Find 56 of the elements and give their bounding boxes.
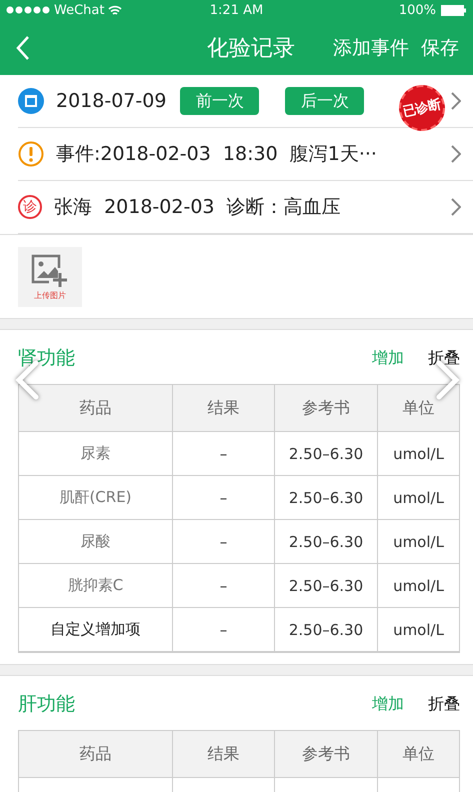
nav-action[interactable]: 保存 (421, 34, 459, 60)
add-button[interactable]: 增加 (372, 694, 404, 714)
table-cell: – (220, 620, 228, 638)
table-cell: umol/L (393, 488, 444, 506)
column-header: 药品 (80, 744, 112, 764)
table-cell: umol/L (393, 532, 444, 550)
carrier-name: WeChat (54, 2, 104, 18)
section-title: 肾功能 (18, 346, 75, 371)
add-button[interactable]: 增加 (372, 348, 404, 368)
chevron-right-icon (451, 145, 461, 163)
table-cell: – (220, 532, 228, 550)
table-cell: 2.50–6.30 (288, 444, 364, 462)
table-cell: 2.50–6.30 (288, 488, 364, 506)
column-header: 结果 (208, 744, 240, 764)
battery-level: 100% (398, 2, 436, 18)
nav-action[interactable]: 添加事件 (333, 34, 409, 60)
diagnosis-icon: 诊 (18, 195, 42, 219)
table-cell: 胱抑素C (68, 576, 124, 595)
table-cell: 尿酸 (80, 532, 110, 551)
exclamation-icon (18, 141, 44, 167)
table-cell: – (220, 488, 228, 506)
table-cell: umol/L (393, 620, 444, 638)
collapse-button[interactable]: 折叠 (428, 694, 460, 714)
table-cell: 肌酐(CRE) (59, 488, 132, 507)
upload-image-button[interactable]: 上传图片 (18, 247, 82, 307)
table-cell: 尿素 (80, 444, 110, 463)
signal-icon (6, 6, 50, 14)
row-text: 2018-07-09 (56, 90, 166, 112)
table-cell: 自定义增加项 (50, 620, 140, 639)
table-cell: 2.50–6.30 (288, 532, 364, 550)
column-header: 结果 (208, 398, 240, 418)
table-cell: umol/L (393, 576, 444, 594)
row-text: 事件:2018-02-03 18:30 腹泻1天··· (56, 142, 377, 167)
table-cell: umol/L (393, 444, 444, 462)
chevron-right-icon (451, 92, 461, 110)
table-cell: 2.50–6.30 (288, 620, 364, 638)
back-icon[interactable] (16, 34, 30, 60)
table-cell: – (220, 444, 228, 462)
chevron-right-icon (451, 198, 461, 216)
table-cell: – (220, 576, 228, 594)
status-time: 1:21 AM (210, 2, 264, 18)
calendar-icon (18, 88, 44, 114)
row-text: 张海 2018-02-03 诊断：高血压 (54, 195, 341, 220)
column-header: 参考书 (302, 744, 350, 764)
add-image-icon (31, 254, 69, 288)
wifi-icon (108, 4, 122, 16)
column-header: 参考书 (302, 398, 350, 418)
nav-record-button[interactable]: 前一次 (180, 87, 260, 115)
page-title: 化验记录 (207, 34, 295, 62)
nav-record-button[interactable]: 后一次 (285, 87, 364, 115)
column-header: 药品 (80, 398, 112, 418)
battery-icon (441, 4, 468, 16)
table-cell: 2.50–6.30 (288, 576, 364, 594)
column-header: 单位 (402, 398, 434, 418)
column-header: 单位 (402, 744, 434, 764)
section-title: 肝功能 (18, 692, 75, 717)
